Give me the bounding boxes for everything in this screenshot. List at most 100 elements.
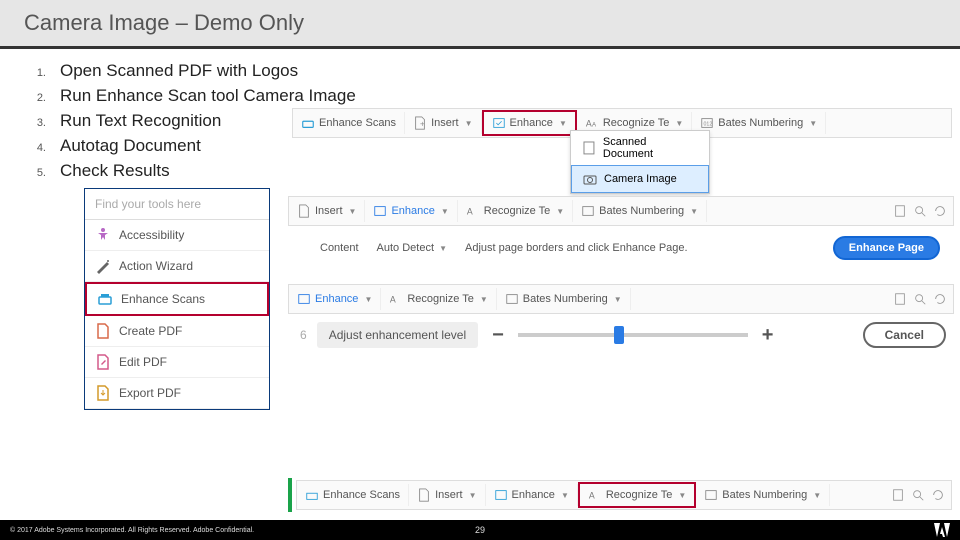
step-text: Run Text Recognition [60, 111, 221, 131]
export-pdf-icon [95, 385, 111, 401]
refresh-icon[interactable] [931, 488, 945, 502]
enhance-button[interactable]: Enhance▼ [365, 200, 457, 222]
page-icon[interactable] [893, 292, 907, 306]
decrease-button[interactable]: − [488, 324, 508, 347]
tool-label: Create PDF [119, 324, 182, 338]
edit-pdf-icon [95, 354, 111, 370]
bates-numbering-button[interactable]: 012 Bates Numbering▼ [692, 112, 826, 134]
toolbar-strip-4: Enhance Scans Insert▼ Enhance▼ ARecogniz… [296, 480, 952, 510]
slider-thumb[interactable] [614, 326, 624, 344]
search-icon[interactable] [913, 292, 927, 306]
svg-text:012: 012 [704, 122, 713, 128]
svg-text:A: A [589, 491, 595, 501]
tool-label: Edit PDF [119, 355, 167, 369]
scanner-icon [305, 488, 319, 502]
enhance-icon [492, 116, 506, 130]
page-plus-icon [297, 204, 311, 218]
tools-panel: Find your tools here Accessibility Actio… [84, 188, 270, 410]
tool-accessibility[interactable]: Accessibility [85, 220, 269, 251]
step-text: Autotag Document [60, 136, 201, 156]
refresh-icon[interactable] [933, 204, 947, 218]
scanner-icon [301, 116, 315, 130]
toolbar-strip-2: Insert▼ Enhance▼ ARecognize Te▼ Bates Nu… [288, 196, 954, 226]
page-icon[interactable] [891, 488, 905, 502]
insert-button[interactable]: Insert▼ [409, 484, 485, 506]
insert-button[interactable]: Insert▼ [289, 200, 365, 222]
refresh-icon[interactable] [933, 292, 947, 306]
tools-search-input[interactable]: Find your tools here [85, 189, 269, 220]
popup-camera-image[interactable]: Camera Image [571, 165, 709, 193]
page-plus-icon [417, 488, 431, 502]
scanned-doc-icon [581, 140, 597, 156]
adobe-logo-icon [934, 523, 950, 537]
wand-icon [95, 258, 111, 274]
insert-button[interactable]: + Insert▼ [405, 112, 481, 134]
step-text: Open Scanned PDF with Logos [60, 61, 298, 81]
bates-icon [704, 488, 718, 502]
recognize-text-button[interactable]: ARecognize Te▼ [458, 200, 573, 222]
enhance-button[interactable]: Enhance▼ [482, 110, 577, 136]
step-number: 5. [32, 167, 46, 179]
step-number: 1. [32, 67, 46, 79]
enhancement-slider-row: 6 Adjust enhancement level − + Cancel [300, 322, 946, 348]
increase-button[interactable]: + [758, 324, 778, 347]
enhance-scans-label: Enhance Scans [293, 112, 405, 134]
enhance-options-row: Content Auto Detect ▼ Adjust page border… [320, 236, 940, 260]
scanner-icon [97, 291, 113, 307]
enhance-button[interactable]: Enhance▼ [289, 288, 381, 310]
bates-icon: 012 [700, 116, 714, 130]
tool-label: Enhance Scans [121, 292, 205, 306]
enhance-scans-label: Enhance Scans [297, 484, 409, 506]
tool-edit-pdf[interactable]: Edit PDF [85, 347, 269, 378]
svg-text:A: A [592, 122, 597, 129]
tool-enhance-scans[interactable]: Enhance Scans [85, 282, 269, 316]
chevron-down-icon: ▼ [809, 119, 817, 128]
tool-create-pdf[interactable]: Create PDF [85, 316, 269, 347]
enhance-icon [297, 292, 311, 306]
page-plus-icon: + [413, 116, 427, 130]
chevron-down-icon: ▼ [675, 119, 683, 128]
copyright-text: © 2017 Adobe Systems Incorporated. All R… [10, 527, 254, 534]
bates-numbering-button[interactable]: Bates Numbering▼ [497, 288, 631, 310]
tool-action-wizard[interactable]: Action Wizard [85, 251, 269, 282]
content-value-dropdown[interactable]: Auto Detect ▼ [377, 242, 447, 254]
step-number: 4. [32, 142, 46, 154]
popup-scanned-document[interactable]: Scanned Document [571, 131, 709, 165]
chevron-down-icon: ▼ [559, 119, 567, 128]
slider-label: Adjust enhancement level [317, 322, 478, 348]
enhance-icon [494, 488, 508, 502]
bates-numbering-button[interactable]: Bates Numbering▼ [573, 200, 707, 222]
tool-label: Action Wizard [119, 259, 193, 273]
svg-text:A: A [586, 119, 592, 129]
accessibility-icon [95, 227, 111, 243]
page-number: 29 [475, 525, 485, 535]
text-aa-icon: A [466, 204, 480, 218]
enhance-page-button[interactable]: Enhance Page [833, 236, 940, 260]
search-icon[interactable] [913, 204, 927, 218]
search-icon[interactable] [911, 488, 925, 502]
enhance-button[interactable]: Enhance▼ [486, 484, 578, 506]
chevron-down-icon: ▼ [439, 244, 447, 253]
toolbar-extra-icons [887, 204, 953, 218]
enhance-icon [373, 204, 387, 218]
text-aa-icon: AA [585, 116, 599, 130]
text-aa-icon: A [389, 292, 403, 306]
adjust-instruction: Adjust page borders and click Enhance Pa… [465, 242, 688, 254]
page-icon[interactable] [893, 204, 907, 218]
content-label: Content [320, 242, 359, 254]
enhance-dropdown-popup: Scanned Document Camera Image [570, 130, 710, 194]
recognize-text-button[interactable]: ARecognize Te▼ [578, 482, 696, 508]
step-text: Run Enhance Scan tool Camera Image [60, 86, 356, 106]
step-text: Check Results [60, 161, 170, 181]
create-pdf-icon [95, 323, 111, 339]
chevron-down-icon: ▼ [465, 119, 473, 128]
camera-icon [582, 171, 598, 187]
bates-numbering-button[interactable]: Bates Numbering▼ [696, 484, 830, 506]
recognize-text-button[interactable]: ARecognize Te▼ [381, 288, 496, 310]
toolbar-extra-icons [887, 292, 953, 306]
slide-title: Camera Image – Demo Only [24, 10, 936, 36]
svg-text:+: + [420, 120, 425, 129]
enhancement-slider[interactable] [518, 333, 748, 337]
cancel-button[interactable]: Cancel [863, 322, 946, 348]
tool-export-pdf[interactable]: Export PDF [85, 378, 269, 409]
